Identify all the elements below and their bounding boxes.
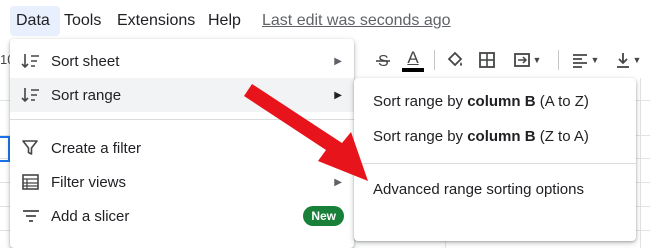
formatting-toolbar: S A ▼ ▼ ▼ xyxy=(355,44,650,76)
fill-color-icon xyxy=(446,51,464,69)
last-edit-link[interactable]: Last edit was seconds ago xyxy=(262,6,451,36)
merge-cells-button[interactable]: ▼ xyxy=(505,44,549,76)
vertical-align-icon xyxy=(615,51,631,69)
submenu-arrow-icon: ▶ xyxy=(334,89,342,101)
submenu-item-label: Sort range by column B (Z to A) xyxy=(373,120,589,154)
menu-item-label: Sort sheet xyxy=(51,52,120,70)
label-prefix: Sort range by xyxy=(373,128,468,145)
menu-item-sort-range[interactable]: Sort range ▶ xyxy=(10,78,354,112)
menu-item-add-slicer[interactable]: Add a slicer New xyxy=(10,199,354,233)
fill-color-button[interactable] xyxy=(441,44,469,76)
menu-extensions[interactable]: Extensions xyxy=(117,6,195,36)
chevron-down-icon: ▼ xyxy=(532,55,542,65)
menu-item-label: Sort range xyxy=(51,86,122,104)
sort-icon xyxy=(21,86,41,104)
menu-item-create-filter[interactable]: Create a filter xyxy=(10,131,354,165)
sort-range-z-to-a[interactable]: Sort range by column B (Z to A) xyxy=(354,120,636,154)
chevron-down-icon: ▼ xyxy=(632,55,642,65)
vertical-align-button[interactable]: ▼ xyxy=(609,44,647,76)
borders-button[interactable] xyxy=(473,44,501,76)
filter-views-icon xyxy=(21,173,41,191)
label-suffix: (Z to A) xyxy=(535,128,589,145)
label-column: column B xyxy=(467,93,536,110)
strikethrough-button[interactable]: S xyxy=(369,44,397,76)
strikethrough-icon: S xyxy=(374,51,392,69)
selected-cell xyxy=(0,136,10,162)
slicer-icon xyxy=(21,207,41,225)
menu-item-label: Filter views xyxy=(51,173,127,191)
menu-divider xyxy=(354,163,636,164)
menu-item-label: Create a filter xyxy=(51,139,142,157)
menu-data[interactable]: Data xyxy=(10,6,60,36)
submenu-item-label: Sort range by column B (A to Z) xyxy=(373,85,589,119)
sort-range-submenu: Sort range by column B (A to Z) Sort ran… xyxy=(354,78,636,241)
grid-col-line xyxy=(640,78,641,248)
label-prefix: Sort range by xyxy=(373,93,468,110)
submenu-item-label: Advanced range sorting options xyxy=(373,181,584,198)
menu-bar: Data Tools Extensions Help Last edit was… xyxy=(0,0,650,40)
merge-cells-icon xyxy=(513,51,531,69)
label-column: column B xyxy=(467,128,536,145)
data-menu: Sort sheet ▶ Sort range ▶ Create a filte… xyxy=(10,39,354,248)
sort-range-a-to-z[interactable]: Sort range by column B (A to Z) xyxy=(354,85,636,119)
menu-help[interactable]: Help xyxy=(208,6,241,36)
menu-divider xyxy=(10,119,354,120)
menu-item-sort-sheet[interactable]: Sort sheet ▶ xyxy=(10,44,354,78)
advanced-range-sorting-options[interactable]: Advanced range sorting options xyxy=(354,173,636,207)
horizontal-align-button[interactable]: ▼ xyxy=(565,44,605,76)
submenu-arrow-icon: ▶ xyxy=(334,55,342,67)
toolbar-divider xyxy=(558,50,559,70)
filter-icon xyxy=(21,139,41,157)
text-color-button[interactable]: A xyxy=(399,44,427,76)
sort-icon xyxy=(21,52,41,70)
align-left-icon xyxy=(571,51,589,69)
chevron-down-icon: ▼ xyxy=(590,55,600,65)
text-color-bar xyxy=(402,67,424,72)
menu-tools[interactable]: Tools xyxy=(64,6,101,36)
menu-item-filter-views[interactable]: Filter views ▶ xyxy=(10,165,354,199)
new-badge: New xyxy=(303,206,344,226)
borders-icon xyxy=(478,51,496,69)
submenu-arrow-icon: ▶ xyxy=(334,176,342,188)
menu-item-label: Add a slicer xyxy=(51,207,130,225)
text-color-icon: A xyxy=(407,47,419,67)
toolbar-divider xyxy=(434,50,435,70)
label-suffix: (A to Z) xyxy=(535,93,589,110)
